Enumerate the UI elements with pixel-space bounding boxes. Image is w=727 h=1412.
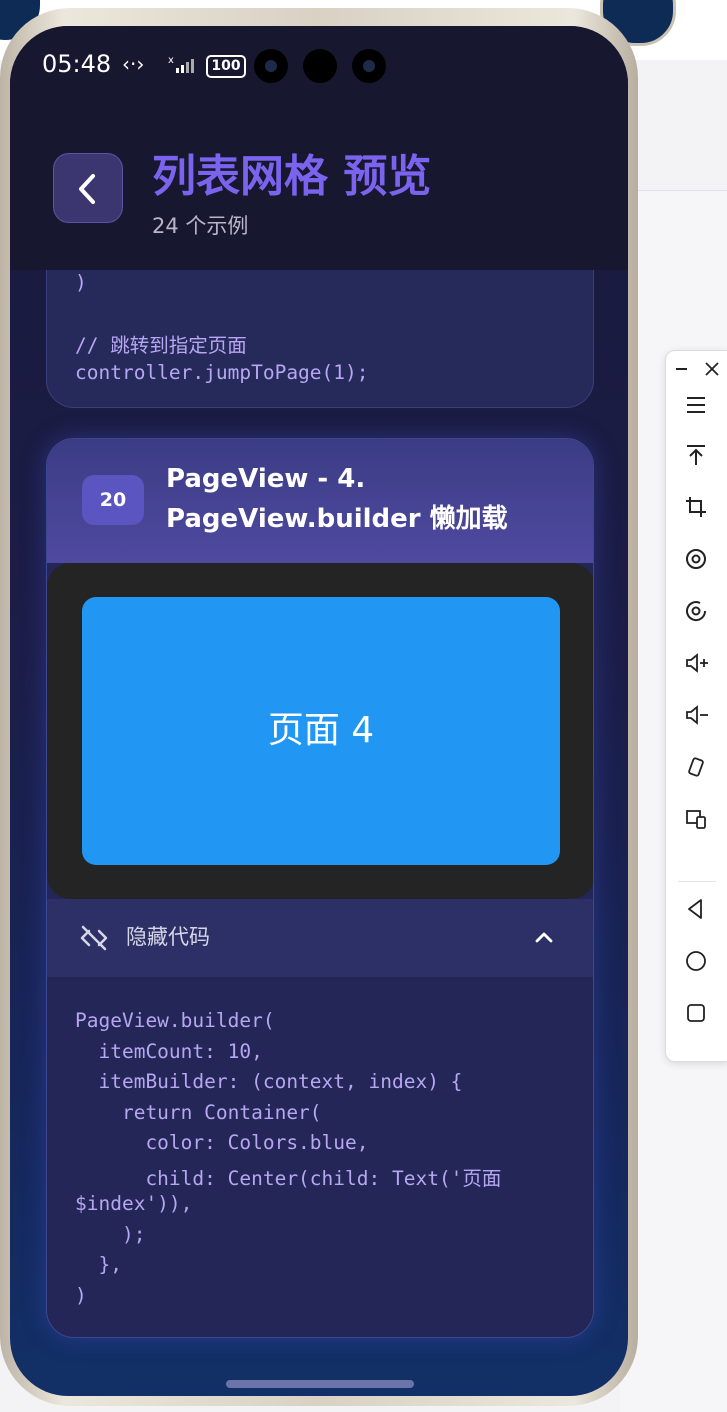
scroll-content[interactable]: ) // 跳转到指定页面 controller.jumpToPage(1); 2… <box>10 230 628 1396</box>
back-icon[interactable] <box>666 891 727 927</box>
example-card: 20 PageView - 4. PageView.builder 懒加载 页面… <box>46 438 594 1338</box>
card-title: PageView - 4. PageView.builder 懒加载 <box>166 464 508 534</box>
battery-indicator: 100 <box>206 55 246 78</box>
code-line: ); <box>75 1222 146 1246</box>
camera-lens-icon <box>352 49 386 83</box>
app-bar: 列表网格 预览 24 个示例 <box>10 106 628 270</box>
rotate-right-icon[interactable] <box>666 593 727 629</box>
pageview-page[interactable]: 页面 4 <box>82 597 560 865</box>
volume-down-icon[interactable] <box>666 697 727 733</box>
minimize-icon[interactable] <box>666 351 697 387</box>
code-line: ) <box>75 271 87 294</box>
home-icon[interactable] <box>666 943 727 979</box>
toolbar-divider <box>678 881 716 882</box>
phone-screen: 05:48 ‹·› x 100 列表网格 预览 24 个示例) // 跳转到指… <box>10 26 628 1396</box>
chevron-up-icon <box>535 932 553 943</box>
recents-icon[interactable] <box>666 995 727 1031</box>
pin-top-icon[interactable] <box>666 437 727 473</box>
page-title: 列表网格 预览 <box>152 151 432 202</box>
code-line: color: Colors.blue, <box>75 1131 369 1154</box>
code-line: }, <box>75 1253 122 1276</box>
phone-frame: 05:48 ‹·› x 100 列表网格 预览 24 个示例) // 跳转到指… <box>0 8 638 1406</box>
example-number-badge: 20 <box>82 475 144 525</box>
volume-up-icon[interactable] <box>666 645 727 681</box>
code-line: $index')), <box>75 1192 193 1215</box>
toggle-code-label: 隐藏代码 <box>126 925 210 949</box>
close-icon[interactable] <box>697 351 727 387</box>
code-line: PageView.builder( <box>75 1009 275 1032</box>
page-subtitle: 24 个示例 <box>152 214 249 238</box>
camera-lens-icon <box>254 49 288 83</box>
shake-icon[interactable] <box>666 749 727 785</box>
code-off-icon <box>80 925 108 951</box>
chevron-left-icon <box>79 174 95 204</box>
code-line: ) <box>75 1283 87 1307</box>
code-line: child: Center(child: Text('页面 <box>75 1166 502 1190</box>
home-indicator[interactable] <box>226 1380 414 1388</box>
code-line: controller.jumpToPage(1); <box>75 361 369 384</box>
code-block: PageView.builder( itemCount: 10, itemBui… <box>75 1009 501 1314</box>
menu-icon[interactable] <box>666 387 727 423</box>
back-button[interactable] <box>53 153 123 223</box>
svg-text:x: x <box>168 55 174 66</box>
rotate-left-icon[interactable] <box>666 541 727 577</box>
toggle-code-button[interactable]: 隐藏代码 <box>47 899 593 977</box>
screenshot-icon[interactable] <box>666 801 727 837</box>
data-transfer-icon: ‹·› <box>122 52 145 76</box>
code-comment: // 跳转到指定页面 <box>75 334 247 357</box>
code-line: itemCount: 10, <box>75 1039 263 1063</box>
status-bar: 05:48 ‹·› x 100 <box>10 26 628 106</box>
page-label: 页面 4 <box>267 710 375 751</box>
code-line: itemBuilder: (context, index) { <box>75 1070 463 1093</box>
card-header: 20 PageView - 4. PageView.builder 懒加载 <box>47 439 593 563</box>
code-line: return Container( <box>75 1100 322 1124</box>
crop-icon[interactable] <box>666 489 727 525</box>
emulator-toolbar <box>665 350 727 1062</box>
signal-icon: x <box>168 55 194 73</box>
preview-area: 页面 4 <box>47 563 593 899</box>
status-time: 05:48 <box>42 50 112 78</box>
camera-lens-icon <box>303 49 337 83</box>
